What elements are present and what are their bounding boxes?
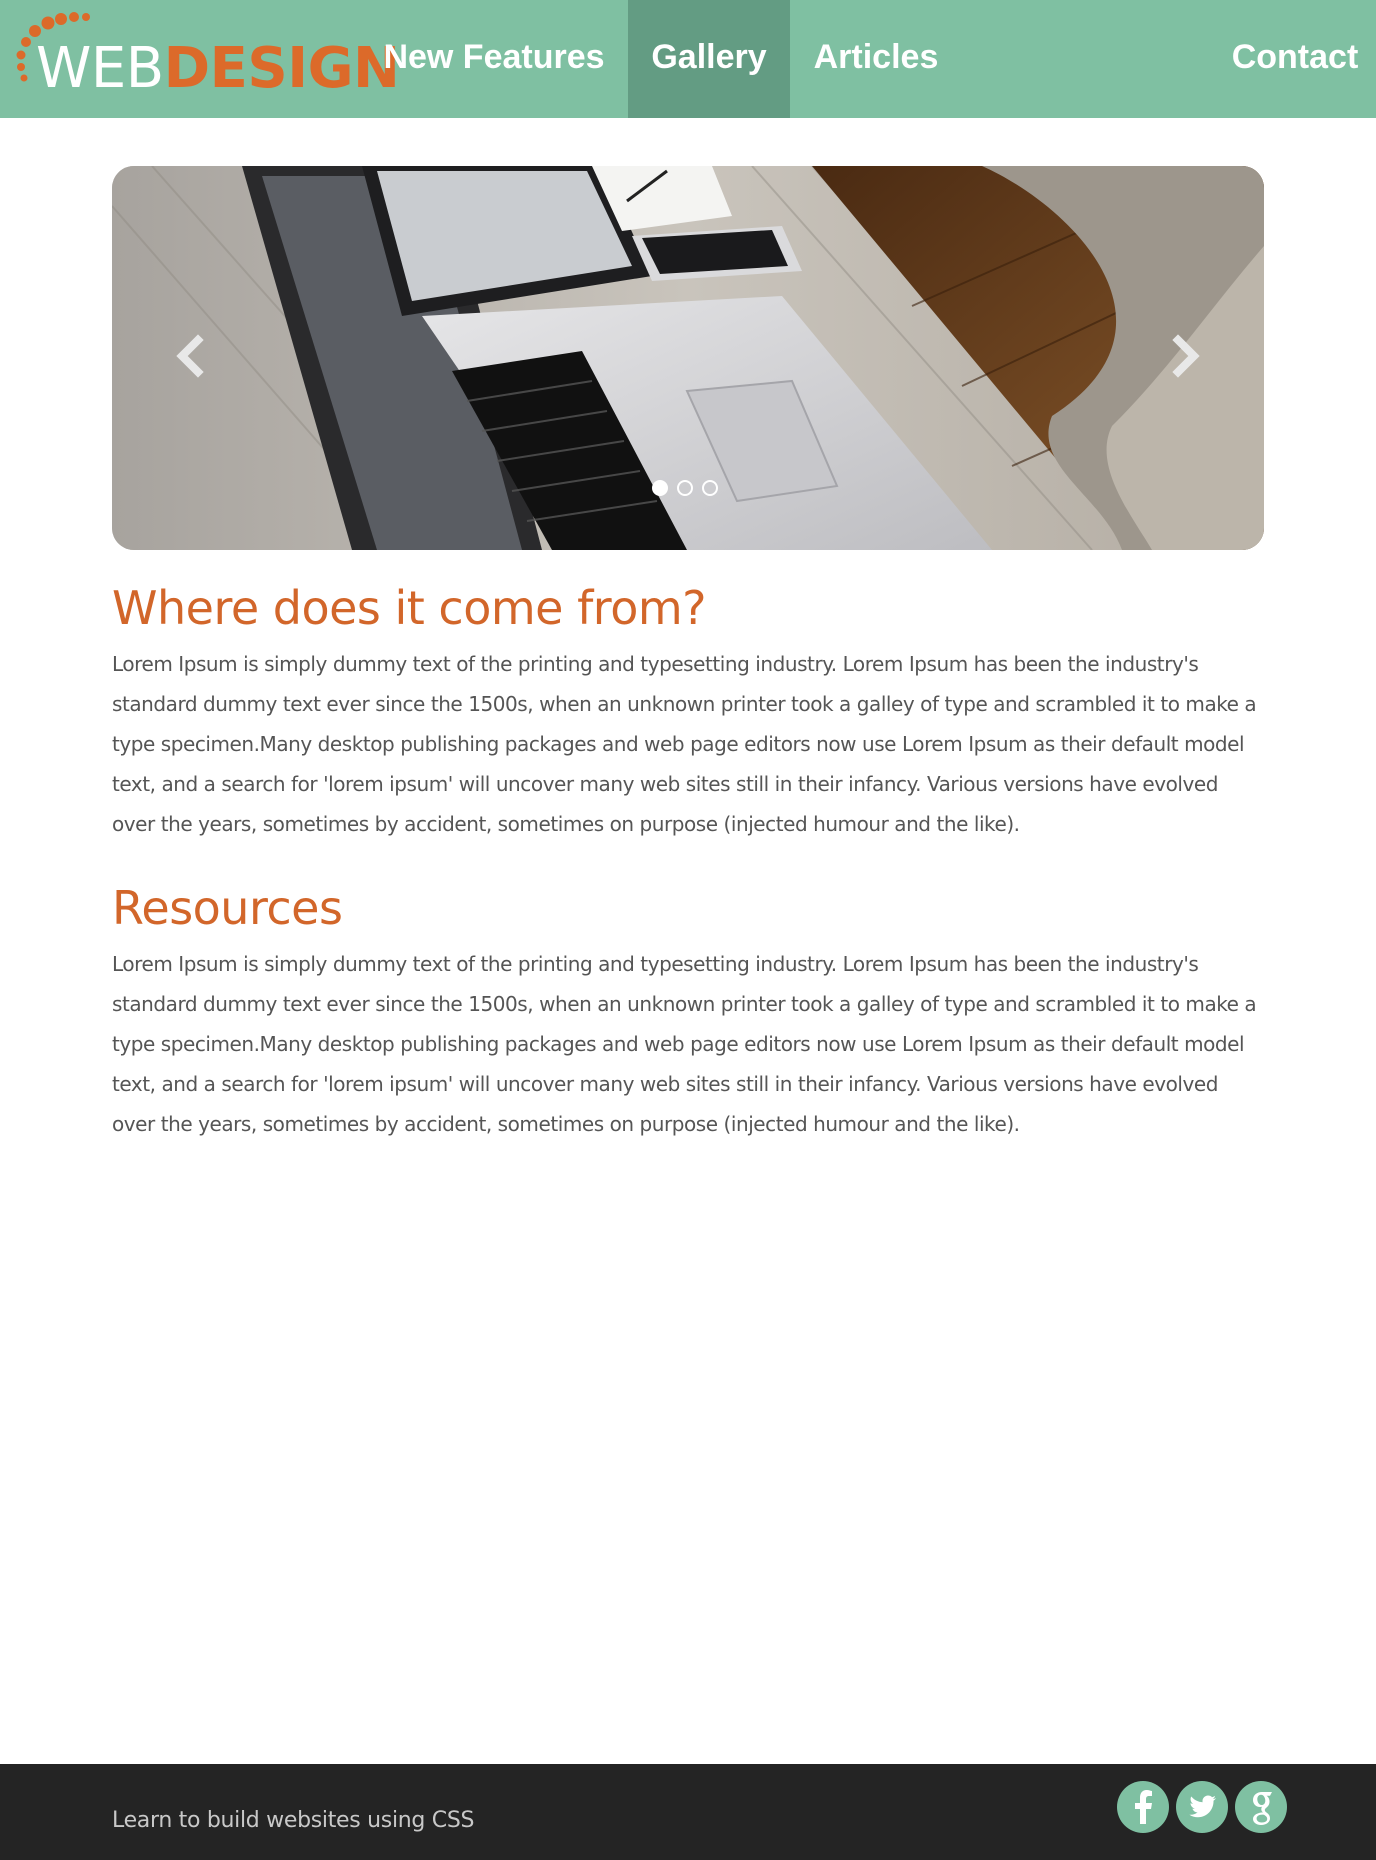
- section-body: Lorem Ipsum is simply dummy text of the …: [112, 952, 1257, 1136]
- twitter-icon[interactable]: [1175, 1780, 1229, 1834]
- carousel-indicator-3[interactable]: [702, 480, 718, 496]
- site-logo[interactable]: WEBDESIGN: [14, 10, 400, 100]
- section-origin: Where does it come from? Lorem Ipsum is …: [112, 580, 1264, 844]
- nav-articles[interactable]: Articles: [790, 0, 962, 118]
- image-carousel[interactable]: [112, 166, 1264, 550]
- chevron-right-icon[interactable]: [1154, 326, 1214, 386]
- carousel-indicators: [652, 478, 732, 498]
- google-plus-icon[interactable]: [1234, 1780, 1288, 1834]
- logo-web-text: WEB: [36, 36, 164, 101]
- facebook-icon[interactable]: [1116, 1780, 1170, 1834]
- nav-new-features[interactable]: New Features: [362, 0, 626, 118]
- site-footer: Learn to build websites using CSS: [0, 1764, 1376, 1860]
- section-heading: Where does it come from?: [112, 581, 707, 635]
- footer-tagline: Learn to build websites using CSS: [112, 1808, 475, 1833]
- section-resources: Resources Lorem Ipsum is simply dummy te…: [112, 880, 1264, 1144]
- main-content: Where does it come from? Lorem Ipsum is …: [112, 580, 1264, 1144]
- chevron-left-icon[interactable]: [162, 326, 222, 386]
- section-body: Lorem Ipsum is simply dummy text of the …: [112, 652, 1257, 836]
- logo-wordmark: WEBDESIGN: [36, 40, 400, 97]
- nav-gallery[interactable]: Gallery: [628, 0, 790, 118]
- site-header: WEBDESIGN New Features Gallery Articles …: [0, 0, 1376, 118]
- nav-contact[interactable]: Contact: [1220, 0, 1370, 118]
- carousel-indicator-1[interactable]: [652, 480, 668, 496]
- section-heading: Resources: [112, 881, 343, 935]
- carousel-indicator-2[interactable]: [677, 480, 693, 496]
